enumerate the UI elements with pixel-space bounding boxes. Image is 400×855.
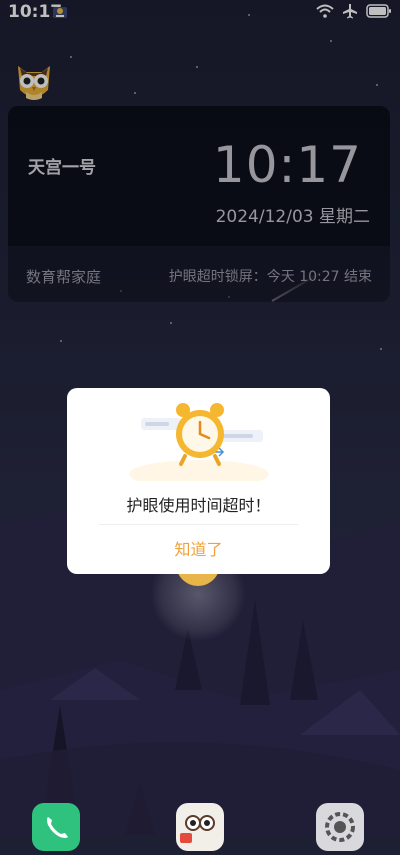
acknowledge-button[interactable]: 知道了 — [67, 536, 330, 560]
owl-app-icon[interactable] — [176, 803, 224, 851]
dock — [0, 795, 400, 851]
dialog-divider — [99, 524, 298, 525]
phone-icon[interactable] — [32, 803, 80, 851]
alarm-clock-icon — [129, 403, 269, 481]
eye-protection-dialog: 护眼使用时间超时！ 知道了 — [67, 388, 330, 574]
dialog-message: 护眼使用时间超时！ — [126, 496, 271, 515]
settings-icon[interactable] — [316, 803, 364, 851]
